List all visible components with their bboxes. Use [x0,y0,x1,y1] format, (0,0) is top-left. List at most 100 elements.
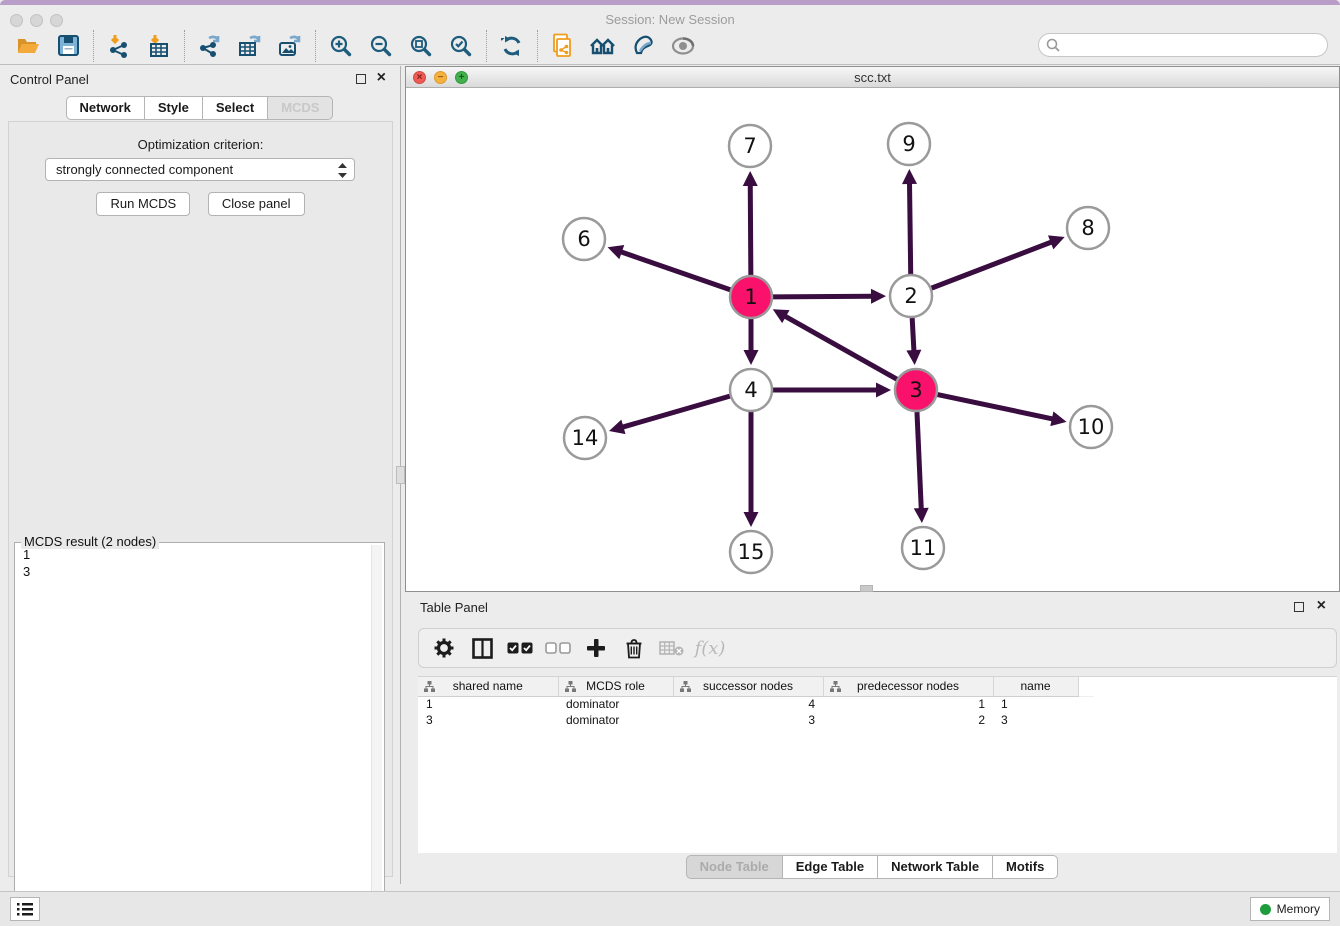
zoom-selected-icon [450,35,472,57]
mcds-result-text[interactable]: 1 3 [23,546,370,915]
window-title: Session: New Session [0,12,1340,27]
import-network-button[interactable] [99,29,139,63]
zoom-fit-icon [410,35,432,57]
zoom-out-button[interactable] [361,29,401,63]
titlebar: Session: New Session [0,5,1340,27]
tab-select[interactable]: Select [202,96,268,120]
toolbar-separator [184,30,185,62]
node-table: shared name MCDS role [418,676,1337,853]
network-canvas[interactable]: 7968124314101511 [406,88,1339,591]
graph-edge-arrowhead [902,169,917,184]
graph-node-label: 3 [909,378,922,402]
export-network-button[interactable] [190,29,230,63]
result-scrollbar[interactable] [371,545,382,916]
import-network-icon [107,34,131,58]
style-preview-button[interactable] [623,29,663,63]
graph-node-label: 10 [1078,415,1105,439]
graph-edge[interactable] [910,182,911,274]
search-input[interactable] [1038,33,1328,57]
graph-edge[interactable] [622,396,730,427]
tab-edge-table[interactable]: Edge Table [782,855,878,879]
graph-edge-arrowhead [609,420,625,434]
export-image-icon [277,34,303,58]
splitter-grip-vertical[interactable] [396,466,405,484]
export-image-button[interactable] [270,29,310,63]
delete-table-icon [659,640,685,656]
table-row[interactable]: 1 dominator 4 1 1 [418,696,1094,712]
delete-columns-button[interactable] [619,633,649,663]
criterion-value: strongly connected component [56,162,233,177]
import-table-icon [147,34,171,58]
network-window-titlebar: × − + scc.txt [406,67,1339,88]
zoom-selected-button[interactable] [441,29,481,63]
float-table-panel-icon[interactable] [1294,602,1304,612]
open-session-button[interactable] [8,29,48,63]
show-columns-button[interactable] [467,633,497,663]
column-header-mcds-role[interactable]: MCDS role [558,677,673,696]
select-all-button[interactable] [505,633,535,663]
graph-node-label: 8 [1081,216,1094,240]
column-header-successor-nodes[interactable]: successor nodes [673,677,823,696]
function-builder-button[interactable]: f(x) [695,633,725,663]
table-settings-button[interactable] [429,633,459,663]
tab-network-table[interactable]: Network Table [877,855,993,879]
control-panel-title: Control Panel [10,72,89,87]
home-button[interactable] [583,29,623,63]
hierarchy-icon [424,681,435,692]
criterion-dropdown[interactable]: strongly connected component [45,158,355,181]
open-folder-icon [16,36,40,56]
zoom-in-button[interactable] [321,29,361,63]
graph-edge[interactable] [938,395,1054,420]
graph-node-label: 4 [744,378,757,402]
table-row[interactable]: 3 dominator 3 2 3 [418,712,1094,728]
toolbar-separator [93,30,94,62]
zoom-fit-button[interactable] [401,29,441,63]
graph-edge[interactable] [784,316,897,380]
graph-edge-arrowhead [906,350,921,365]
column-header-shared-name[interactable]: shared name [418,677,558,696]
tab-mcds[interactable]: MCDS [267,96,333,120]
hide-panel-button[interactable] [663,29,703,63]
table-panel-title: Table Panel [420,600,488,615]
save-icon [58,35,79,56]
export-table-icon [237,34,263,58]
delete-table-button[interactable] [657,633,687,663]
apply-layout-button[interactable] [492,29,532,63]
close-panel-icon[interactable]: × [377,70,386,86]
copy-network-icon [551,33,575,59]
tab-motifs[interactable]: Motifs [992,855,1058,879]
graph-edge[interactable] [917,412,921,510]
deselect-all-button[interactable] [543,633,573,663]
close-panel-button[interactable]: Close panel [208,192,305,216]
main-toolbar [0,27,1340,65]
graph-edge[interactable] [750,184,751,275]
column-header-name[interactable]: name [993,677,1078,696]
run-mcds-button[interactable]: Run MCDS [96,192,190,216]
task-history-button[interactable] [10,897,40,921]
graph-edge[interactable] [912,318,914,352]
memory-button[interactable]: Memory [1250,897,1330,921]
import-table-button[interactable] [139,29,179,63]
graph-node-label: 6 [577,227,590,251]
copy-network-button[interactable] [543,29,583,63]
save-session-button[interactable] [48,29,88,63]
tab-network[interactable]: Network [66,96,145,120]
add-column-button[interactable] [581,633,611,663]
graph-edge[interactable] [773,296,873,297]
checked-checkboxes-icon [507,642,533,655]
float-panel-icon[interactable] [356,74,366,84]
export-network-icon [197,34,223,58]
tab-style[interactable]: Style [144,96,203,120]
hierarchy-icon [830,681,841,692]
graph-node-label: 7 [743,134,756,158]
graph-edge-arrowhead [744,512,759,527]
export-table-button[interactable] [230,29,270,63]
tab-node-table[interactable]: Node Table [686,855,783,879]
column-header-predecessor-nodes[interactable]: predecessor nodes [823,677,993,696]
style-icon [631,35,655,57]
graph-edge[interactable] [932,242,1053,288]
graph-edge-arrowhead [871,289,886,304]
close-table-panel-icon[interactable]: × [1317,598,1326,614]
splitter-grip-horizontal[interactable] [860,585,873,592]
graph-edge[interactable] [620,251,730,289]
